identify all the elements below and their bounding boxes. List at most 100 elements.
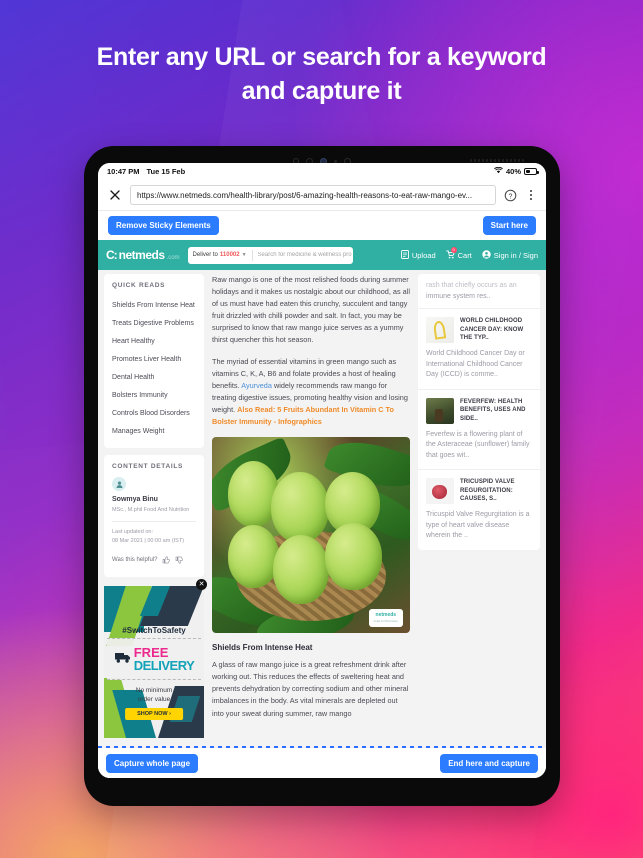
related-articles-sidebar: rash that chiefly occurs as an immune sy… xyxy=(418,274,540,778)
start-here-button[interactable]: Start here xyxy=(482,216,536,235)
related-item-description: Feverfew is a flowering plant of the Ast… xyxy=(426,430,530,459)
content-details-card: CONTENT DETAILS Sowmya Binu MSc., M.phil… xyxy=(104,455,204,577)
ad-headline-band: FREE DELIVERY xyxy=(107,638,201,680)
advertisement-banner[interactable]: #SwitchToSafety FREE DELIVERY No minimum… xyxy=(104,586,204,738)
article-main: Raw mango is one of the most relished fo… xyxy=(212,274,410,778)
browser-url-bar: https://www.netmeds.com/health-library/p… xyxy=(98,180,546,211)
ad-hashtag: #SwitchToSafety xyxy=(122,626,186,635)
shop-now-button[interactable]: SHOP NOW › xyxy=(125,708,183,720)
thumbs-up-icon[interactable] xyxy=(162,551,171,569)
quick-read-item[interactable]: Promotes Liver Health xyxy=(112,350,196,368)
site-header-actions: Upload 0 Cart Sign in / Sign xyxy=(400,246,538,261)
deliver-pincode: 110002 xyxy=(219,252,240,258)
chevron-down-icon: ▼ xyxy=(241,252,247,258)
author-name: Sowmya Binu xyxy=(112,496,158,503)
sign-in-action[interactable]: Sign in / Sign xyxy=(482,249,538,261)
svg-text:?: ? xyxy=(509,193,513,200)
article-section-heading: Shields From Intense Heat xyxy=(212,643,313,653)
related-article-item[interactable]: WORLD CHILDHOOD CANCER DAY: KNOW THE TYP… xyxy=(418,308,540,389)
quick-read-item[interactable]: Dental Health xyxy=(112,368,196,386)
also-read-link[interactable]: Also Read: 5 Fruits Abundant In Vitamin … xyxy=(212,405,394,426)
status-bar-date: Tue 15 Feb xyxy=(146,167,186,176)
related-article-item[interactable]: FEVERFEW: HEALTH BENEFITS, USES AND SIDE… xyxy=(418,388,540,470)
logo-mark: C: xyxy=(106,248,118,262)
author-credentials: MSc., M.phil Food And Nutrition xyxy=(112,507,190,513)
ribbon-thumbnail-icon xyxy=(426,317,454,343)
help-circle-icon[interactable]: ? xyxy=(504,189,517,202)
ad-subtext-line2: order value xyxy=(137,696,171,703)
left-sidebar: QUICK READS Shields From Intense Heat Tr… xyxy=(104,274,207,778)
extension-toolbar: Remove Sticky Elements Start here xyxy=(98,211,546,240)
quick-read-item[interactable]: Heart Healthy xyxy=(112,332,196,350)
ayurveda-link[interactable]: Ayurveda xyxy=(241,381,272,390)
related-cut-text: rash that chiefly occurs as an immune sy… xyxy=(418,274,540,308)
cart-action[interactable]: 0 Cart xyxy=(445,246,472,261)
page-headline: Enter any URL or search for a keyword an… xyxy=(0,40,643,108)
deliver-to-selector[interactable]: Deliver to 110002 ▼ xyxy=(188,249,253,261)
related-item-head: WORLD CHILDHOOD CANCER DAY: KNOW THE TYP… xyxy=(426,317,532,343)
divider xyxy=(112,521,196,522)
deliver-to-label: Deliver to xyxy=(192,252,218,258)
logo-tld: .com xyxy=(166,255,180,261)
quick-read-item[interactable]: Bolsters Immunity xyxy=(112,386,196,404)
cart-label: Cart xyxy=(457,250,472,260)
quick-reads-list: Shields From Intense Heat Treats Digesti… xyxy=(112,296,196,440)
capture-whole-page-button[interactable]: Capture whole page xyxy=(106,753,199,773)
related-article-item[interactable]: TRICUSPID VALVE REGURGITATION: CAUSES, S… xyxy=(418,469,540,550)
related-item-title: TRICUSPID VALVE REGURGITATION: CAUSES, S… xyxy=(460,479,515,502)
article-image: netmeds India Ki Pharmacy xyxy=(212,437,410,634)
netmeds-logo[interactable]: C: netmeds .com xyxy=(106,248,180,262)
headline-line-1: Enter any URL or search for a keyword xyxy=(96,43,547,71)
battery-icon xyxy=(524,168,539,175)
url-input[interactable]: https://www.netmeds.com/health-library/p… xyxy=(130,185,496,205)
herb-thumbnail-icon xyxy=(426,397,454,424)
image-watermark: netmeds India Ki Pharmacy xyxy=(368,609,403,628)
related-item-title: FEVERFEW: HEALTH BENEFITS, USES AND SIDE… xyxy=(460,398,526,422)
cart-badge: 0 xyxy=(450,246,457,253)
related-item-head: TRICUSPID VALVE REGURGITATION: CAUSES, S… xyxy=(426,478,532,504)
author-block: Sowmya Binu MSc., M.phil Food And Nutrit… xyxy=(112,477,196,514)
quick-read-item[interactable]: Manages Weight xyxy=(112,422,196,440)
page-content: QUICK READS Shields From Intense Heat Tr… xyxy=(98,270,546,778)
cart-icon: 0 xyxy=(445,246,457,261)
upload-action[interactable]: Upload xyxy=(400,249,436,261)
remove-sticky-elements-button[interactable]: Remove Sticky Elements xyxy=(108,216,219,235)
url-text: https://www.netmeds.com/health-library/p… xyxy=(137,190,473,200)
status-bar: 10:47 PM Tue 15 Feb 40% xyxy=(98,163,546,180)
quick-read-item[interactable]: Controls Blood Disorders xyxy=(112,404,196,422)
page-viewport: QUICK READS Shields From Intense Heat Tr… xyxy=(98,270,546,778)
helpful-label: Was this helpful? xyxy=(112,557,158,563)
quick-read-item[interactable]: Shields From Intense Heat xyxy=(112,296,196,314)
ad-delivery-label: DELIVERY xyxy=(133,658,195,673)
heart-thumbnail-icon xyxy=(426,478,454,504)
status-bar-right: 40% xyxy=(494,166,539,176)
quick-read-item[interactable]: Treats Digestive Problems xyxy=(112,314,196,332)
ad-subtext: No minimum order value xyxy=(104,686,204,704)
helpful-feedback-row: Was this helpful? xyxy=(112,551,196,569)
person-icon xyxy=(116,481,122,488)
related-articles-card: rash that chiefly occurs as an immune sy… xyxy=(418,274,540,550)
related-cut-line-1: rash that chiefly occurs as an xyxy=(426,282,517,289)
thumbs-down-icon[interactable] xyxy=(175,551,184,569)
related-item-title: WORLD CHILDHOOD CANCER DAY: KNOW THE TYP… xyxy=(460,318,524,341)
quick-reads-card: QUICK READS Shields From Intense Heat Tr… xyxy=(104,274,204,448)
battery-percent-label: 40% xyxy=(505,167,521,176)
site-search-input[interactable]: Search for medicine & wellness pro xyxy=(253,252,353,258)
more-vertical-icon[interactable] xyxy=(525,190,536,200)
content-details-title: CONTENT DETAILS xyxy=(112,463,184,470)
related-cut-line-2: immune system res.. xyxy=(426,292,491,300)
logo-name: netmeds xyxy=(118,248,165,262)
delivery-truck-icon xyxy=(114,650,132,669)
status-bar-time: 10:47 PM xyxy=(107,167,140,176)
end-here-and-capture-button[interactable]: End here and capture xyxy=(440,753,538,773)
close-icon[interactable] xyxy=(108,188,122,202)
headline-line-2: and capture it xyxy=(241,77,402,105)
site-search-bar: Deliver to 110002 ▼ Search for medicine … xyxy=(187,246,353,264)
speaker-grille xyxy=(470,159,524,162)
related-item-head: FEVERFEW: HEALTH BENEFITS, USES AND SIDE… xyxy=(426,397,532,424)
last-updated-label: Last updated on: xyxy=(112,529,153,535)
article-paragraph-1: Raw mango is one of the most relished fo… xyxy=(212,275,410,345)
site-header: C: netmeds .com Deliver to 110002 ▼ Sear… xyxy=(98,240,546,270)
close-icon[interactable]: ✕ xyxy=(196,579,207,590)
quick-reads-title: QUICK READS xyxy=(112,282,166,289)
